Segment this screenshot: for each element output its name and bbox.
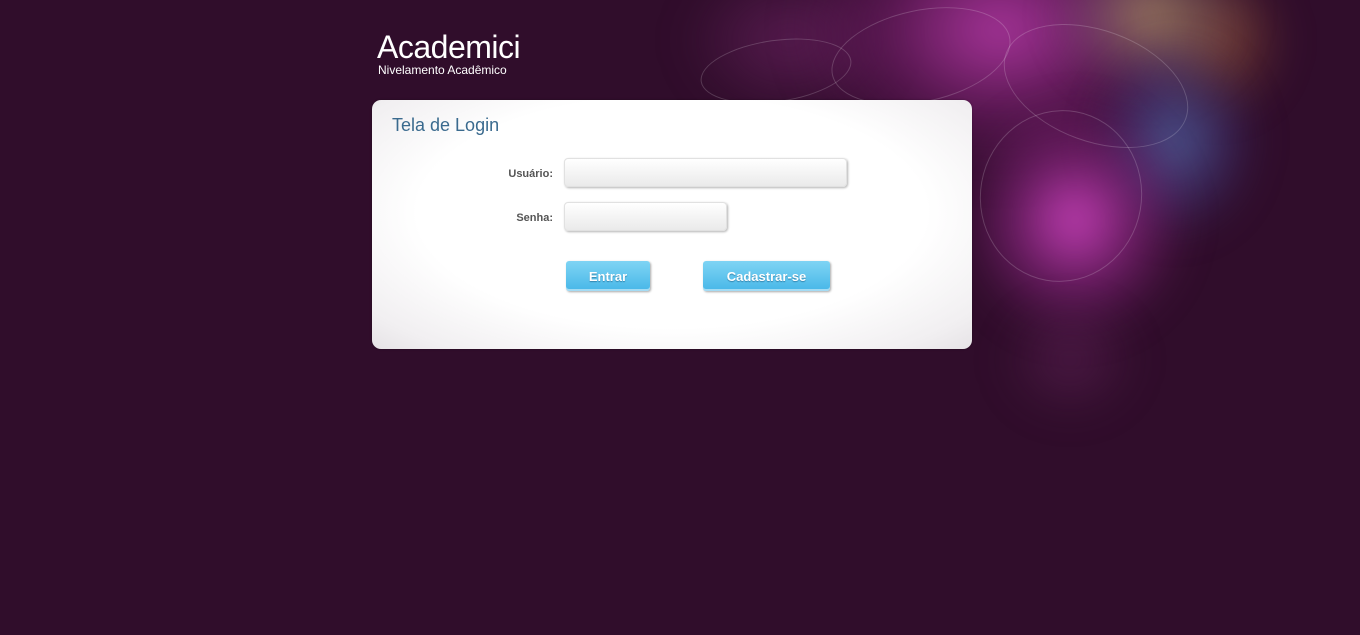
login-panel: Tela de Login Usuário: Senha: Entrar Cad…: [372, 100, 972, 349]
brand-title: Academici: [377, 29, 521, 65]
brand-subtitle: Nivelamento Acadêmico: [378, 63, 507, 77]
register-button[interactable]: Cadastrar-se: [703, 261, 830, 291]
password-label: Senha:: [516, 212, 553, 224]
brand-logo: Academici Nivelamento Acadêmico: [377, 29, 521, 77]
username-input[interactable]: [564, 158, 847, 187]
password-input[interactable]: [564, 202, 727, 231]
username-label: Usuário:: [508, 168, 553, 180]
login-heading: Tela de Login: [392, 115, 500, 135]
login-button[interactable]: Entrar: [566, 261, 650, 291]
